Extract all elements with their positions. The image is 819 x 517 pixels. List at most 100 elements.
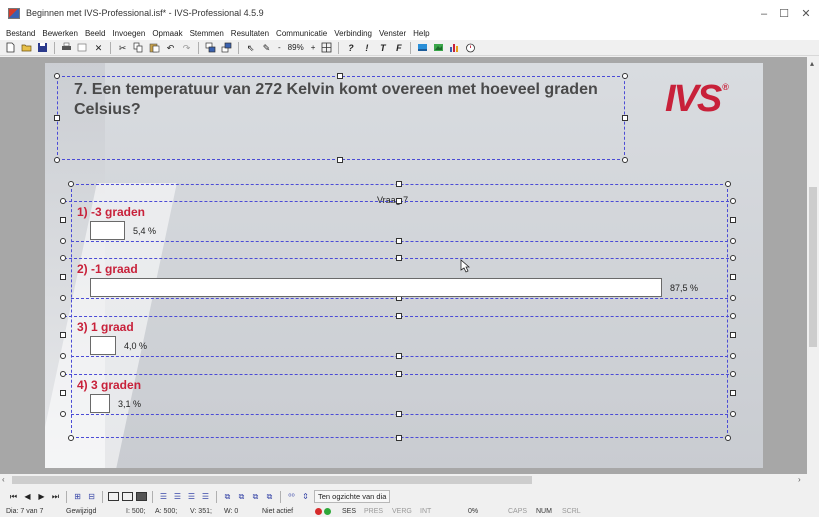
layout-frame-icon[interactable] bbox=[122, 491, 133, 502]
slide-copy-icon[interactable] bbox=[204, 42, 217, 54]
resize-handle[interactable] bbox=[730, 255, 736, 261]
resize-handle[interactable] bbox=[337, 73, 343, 79]
order-backward-icon[interactable]: ⧉ bbox=[264, 491, 275, 502]
resize-handle[interactable] bbox=[337, 157, 343, 163]
menu-item-beeld[interactable]: Beeld bbox=[85, 28, 105, 40]
menu-item-stemmen[interactable]: Stemmen bbox=[190, 28, 224, 40]
resize-handle[interactable] bbox=[396, 353, 402, 359]
first-slide-icon[interactable]: ⏮ bbox=[8, 491, 19, 502]
resize-handle[interactable] bbox=[730, 198, 736, 204]
fit-view-icon[interactable] bbox=[320, 42, 333, 54]
resize-handle[interactable] bbox=[60, 295, 66, 301]
resize-handle[interactable] bbox=[730, 332, 736, 338]
resize-handle[interactable] bbox=[60, 371, 66, 377]
resize-handle[interactable] bbox=[730, 353, 736, 359]
resize-handle[interactable] bbox=[60, 274, 66, 280]
resize-handle[interactable] bbox=[730, 274, 736, 280]
menu-item-bewerken[interactable]: Bewerken bbox=[42, 28, 78, 40]
resize-handle[interactable] bbox=[396, 411, 402, 417]
horizontal-scroll-thumb[interactable] bbox=[12, 476, 532, 484]
new-file-icon[interactable] bbox=[4, 42, 17, 54]
resize-handle[interactable] bbox=[60, 198, 66, 204]
paste-icon[interactable] bbox=[148, 42, 161, 54]
resize-handle[interactable] bbox=[60, 353, 66, 359]
align-center-icon[interactable]: ☰ bbox=[172, 491, 183, 502]
copy-icon[interactable] bbox=[132, 42, 145, 54]
background-icon[interactable] bbox=[416, 42, 429, 54]
print-icon[interactable] bbox=[60, 42, 73, 54]
pen-icon[interactable]: ✎ bbox=[260, 42, 273, 54]
resize-handle[interactable] bbox=[60, 411, 66, 417]
layout-filled-icon[interactable] bbox=[136, 491, 147, 502]
resize-handle[interactable] bbox=[54, 115, 60, 121]
resize-handle[interactable] bbox=[730, 238, 736, 244]
next-slide-icon[interactable]: ▶ bbox=[36, 491, 47, 502]
question-text[interactable]: 7. Een temperatuur van 272 Kelvin komt o… bbox=[74, 80, 614, 120]
resize-handle[interactable] bbox=[622, 157, 628, 163]
resize-handle[interactable] bbox=[60, 332, 66, 338]
order-back-icon[interactable]: ⧉ bbox=[236, 491, 247, 502]
resize-handle[interactable] bbox=[396, 313, 402, 319]
align-justify-icon[interactable]: ☰ bbox=[200, 491, 211, 502]
order-front-icon[interactable]: ⧉ bbox=[222, 491, 233, 502]
scroll-right-icon[interactable]: › bbox=[798, 475, 801, 484]
scroll-up-icon[interactable]: ▴ bbox=[810, 59, 814, 68]
open-folder-icon[interactable] bbox=[20, 42, 33, 54]
layout-blank-icon[interactable] bbox=[108, 491, 119, 502]
text-tool[interactable]: T bbox=[376, 42, 389, 54]
resize-handle[interactable] bbox=[396, 238, 402, 244]
resize-handle[interactable] bbox=[622, 115, 628, 121]
resize-handle[interactable] bbox=[60, 255, 66, 261]
close-button[interactable]: ✕ bbox=[792, 4, 819, 24]
resize-handle[interactable] bbox=[730, 371, 736, 377]
align-right-icon[interactable]: ☰ bbox=[186, 491, 197, 502]
resize-handle[interactable] bbox=[730, 411, 736, 417]
resize-handle[interactable] bbox=[54, 73, 60, 79]
question-tool[interactable]: ? bbox=[344, 42, 357, 54]
counter-icon[interactable]: ⁰⁰ bbox=[286, 491, 297, 502]
undo-icon[interactable]: ↶ bbox=[164, 42, 177, 54]
save-icon[interactable] bbox=[36, 42, 49, 54]
resize-handle[interactable] bbox=[730, 217, 736, 223]
menu-item-invoegen[interactable]: Invoegen bbox=[112, 28, 145, 40]
resize-handle[interactable] bbox=[396, 181, 402, 187]
resize-handle[interactable] bbox=[60, 313, 66, 319]
menu-item-venster[interactable]: Venster bbox=[379, 28, 406, 40]
vertical-scroll-thumb[interactable] bbox=[809, 187, 817, 347]
resize-handle[interactable] bbox=[60, 217, 66, 223]
resize-handle[interactable] bbox=[396, 435, 402, 441]
delete-icon[interactable]: ✕ bbox=[92, 42, 105, 54]
remove-slide-icon[interactable]: ⊟ bbox=[86, 491, 97, 502]
scroll-left-icon[interactable]: ‹ bbox=[2, 475, 5, 484]
align-left-icon[interactable]: ☰ bbox=[158, 491, 169, 502]
image-icon[interactable] bbox=[432, 42, 445, 54]
chart-icon[interactable] bbox=[448, 42, 461, 54]
exclamation-tool[interactable]: ! bbox=[360, 42, 373, 54]
menu-item-verbinding[interactable]: Verbinding bbox=[334, 28, 372, 40]
menu-item-bestand[interactable]: Bestand bbox=[6, 28, 35, 40]
resize-handle[interactable] bbox=[730, 295, 736, 301]
view-mode-button[interactable]: Ten ogzichte van dia bbox=[314, 490, 391, 503]
previous-slide-icon[interactable]: ◀ bbox=[22, 491, 33, 502]
resize-handle[interactable] bbox=[622, 73, 628, 79]
vertical-scrollbar[interactable]: ▴ bbox=[807, 57, 819, 474]
sort-icon[interactable]: ⇕ bbox=[300, 491, 311, 502]
zoom-level[interactable]: 89% bbox=[286, 43, 306, 52]
resize-handle[interactable] bbox=[54, 157, 60, 163]
format-tool[interactable]: F bbox=[392, 42, 405, 54]
resize-handle[interactable] bbox=[725, 181, 731, 187]
resize-handle[interactable] bbox=[60, 390, 66, 396]
last-slide-icon[interactable]: ⏭ bbox=[50, 491, 61, 502]
menu-item-resultaten[interactable]: Resultaten bbox=[231, 28, 269, 40]
add-slide-icon[interactable]: ⊞ bbox=[72, 491, 83, 502]
resize-handle[interactable] bbox=[396, 371, 402, 377]
redo-icon[interactable]: ↷ bbox=[180, 42, 193, 54]
resize-handle[interactable] bbox=[730, 313, 736, 319]
resize-handle[interactable] bbox=[730, 390, 736, 396]
resize-handle[interactable] bbox=[68, 181, 74, 187]
horizontal-scrollbar[interactable]: ‹ › bbox=[0, 474, 807, 486]
order-forward-icon[interactable]: ⧉ bbox=[250, 491, 261, 502]
cut-icon[interactable]: ✂ bbox=[116, 42, 129, 54]
preview-icon[interactable] bbox=[76, 42, 89, 54]
timer-icon[interactable] bbox=[464, 42, 477, 54]
